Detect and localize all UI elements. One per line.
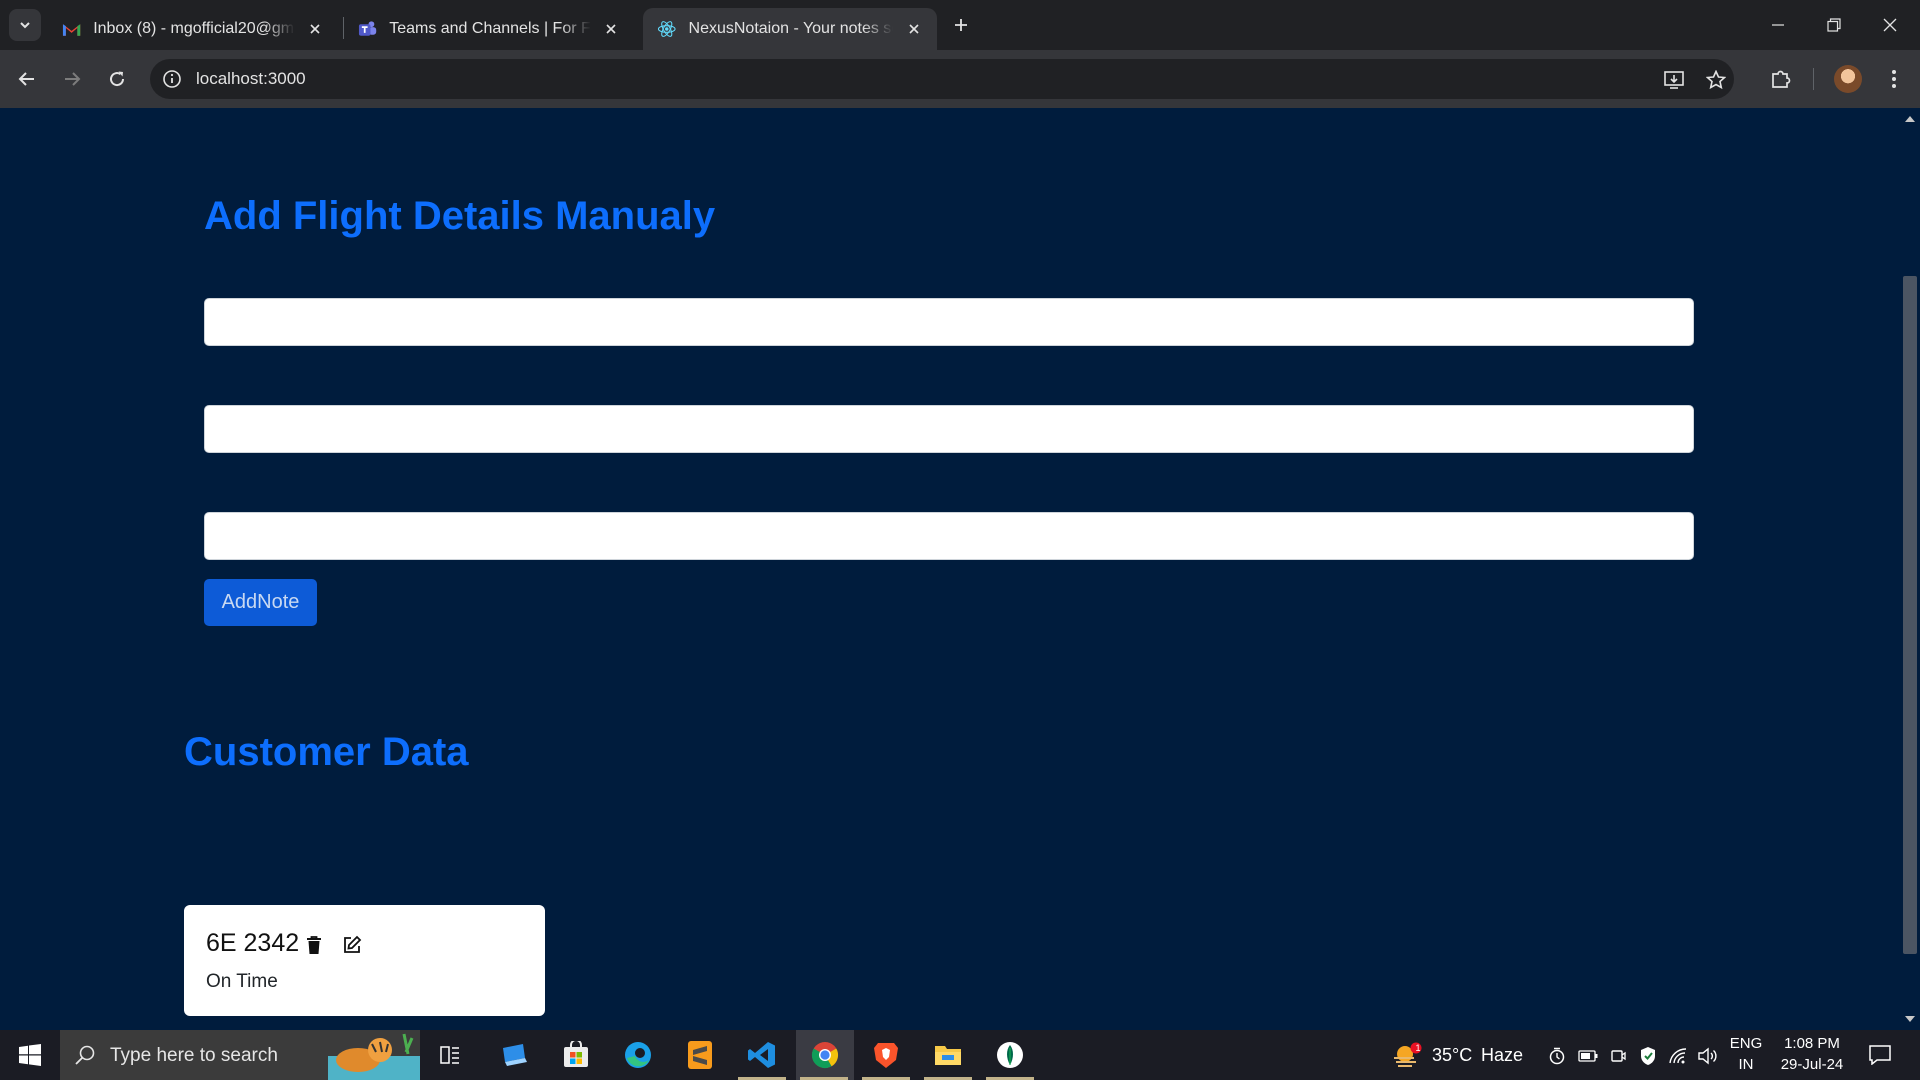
taskbar-edge[interactable] xyxy=(610,1030,666,1080)
wifi-icon[interactable] xyxy=(1668,1046,1688,1066)
extensions-button[interactable] xyxy=(1763,61,1799,97)
forward-button[interactable] xyxy=(54,61,90,97)
clock-time[interactable]: 1:08 PM xyxy=(1772,1035,1852,1052)
restore-button[interactable] xyxy=(1806,0,1862,50)
file-explorer-icon xyxy=(935,1046,961,1065)
volume-icon[interactable] xyxy=(1697,1046,1717,1066)
close-tab-icon[interactable] xyxy=(905,20,923,38)
close-icon xyxy=(1883,18,1897,32)
close-tab-icon[interactable] xyxy=(603,20,620,38)
browser-menu-button[interactable] xyxy=(1876,61,1912,97)
taskbar-vscode[interactable] xyxy=(734,1030,790,1080)
start-button[interactable] xyxy=(0,1030,60,1080)
laptop-app-icon xyxy=(503,1044,527,1066)
taskbar-brave[interactable] xyxy=(858,1030,914,1080)
mongodb-compass-icon xyxy=(997,1042,1023,1068)
tab-title: Inbox (8) - mgofficial20@gmail.com - Gma… xyxy=(93,20,295,37)
microsoft-store-icon xyxy=(564,1041,588,1067)
flight-status: On Time xyxy=(206,971,278,992)
tab-title: NexusNotaion - Your notes secured xyxy=(688,20,894,37)
weather-condition[interactable]: Haze xyxy=(1481,1045,1523,1066)
back-button[interactable] xyxy=(9,61,45,97)
minimize-icon xyxy=(1772,24,1784,26)
teams-icon xyxy=(358,21,377,36)
weather-temp[interactable]: 35°C xyxy=(1432,1045,1472,1066)
profile-avatar[interactable] xyxy=(1834,65,1862,93)
scrollbar-thumb[interactable] xyxy=(1903,276,1917,954)
security-shield-icon[interactable] xyxy=(1638,1046,1658,1066)
site-info-icon[interactable] xyxy=(162,69,182,89)
install-app-icon[interactable] xyxy=(1664,69,1686,91)
close-window-button[interactable] xyxy=(1862,0,1918,50)
tab-nexusnotaion[interactable]: NexusNotaion - Your notes secured xyxy=(643,8,937,50)
weather-badge: 1 xyxy=(1415,1043,1421,1053)
flight-input-3[interactable] xyxy=(204,512,1694,560)
toolbar-divider xyxy=(1813,68,1814,90)
chrome-icon xyxy=(811,1042,839,1069)
tab-teams[interactable]: Teams and Channels | For Full Stack xyxy=(344,8,634,50)
reload-button[interactable] xyxy=(99,61,135,97)
scroll-down-arrow-icon[interactable] xyxy=(1905,1016,1915,1022)
taskbar-chrome[interactable] xyxy=(796,1030,854,1080)
new-tab-button[interactable] xyxy=(948,12,974,38)
puzzle-icon xyxy=(1772,70,1791,88)
search-icon xyxy=(75,1045,95,1065)
battery-icon[interactable] xyxy=(1578,1046,1598,1066)
task-view-icon xyxy=(440,1046,459,1064)
flight-number: 6E 2342 xyxy=(206,929,300,957)
flight-input-1[interactable] xyxy=(204,298,1694,346)
arrow-left-icon xyxy=(18,72,34,86)
add-note-button[interactable]: AddNote xyxy=(204,579,317,626)
windows-taskbar: Type here to search 1 35°C Haze ENG IN 1… xyxy=(0,1030,1920,1080)
vscode-icon xyxy=(748,1042,775,1068)
taskbar-search-box[interactable]: Type here to search xyxy=(60,1030,420,1080)
gmail-icon xyxy=(62,24,81,36)
reload-icon xyxy=(110,71,125,87)
url-text: localhost:3000 xyxy=(196,69,306,88)
notifications-icon[interactable] xyxy=(1868,1044,1892,1066)
browser-toolbar: localhost:3000 xyxy=(0,50,1920,108)
page-content: Add Flight Details Manualy AddNote Custo… xyxy=(0,108,1900,1030)
close-tab-icon[interactable] xyxy=(307,20,324,38)
react-icon xyxy=(657,21,676,37)
brave-icon xyxy=(874,1043,898,1068)
plus-icon xyxy=(955,19,967,31)
more-vertical-icon xyxy=(1892,70,1896,88)
search-placeholder: Type here to search xyxy=(110,1045,278,1066)
tab-gmail[interactable]: Inbox (8) - mgofficial20@gmail.com - Gma… xyxy=(48,8,338,50)
trash-icon[interactable] xyxy=(302,933,326,957)
meet-now-icon[interactable] xyxy=(1608,1046,1628,1066)
language-region[interactable]: IN xyxy=(1728,1056,1764,1073)
language-code[interactable]: ENG xyxy=(1728,1035,1764,1052)
flight-card: 6E 2342 On Time xyxy=(184,905,545,1016)
taskbar-sublime-text[interactable] xyxy=(672,1030,728,1080)
windows-logo-icon xyxy=(19,1044,41,1066)
chevron-down-icon xyxy=(20,22,30,29)
taskbar-mongodb-compass[interactable] xyxy=(982,1030,1038,1080)
form-title: Add Flight Details Manualy xyxy=(204,194,716,238)
restore-icon xyxy=(1827,18,1841,32)
browser-tab-strip: Inbox (8) - mgofficial20@gmail.com - Gma… xyxy=(0,0,1920,50)
minimize-button[interactable] xyxy=(1750,0,1806,50)
tab-title: Teams and Channels | For Full Stack xyxy=(389,20,591,37)
edge-icon xyxy=(625,1042,651,1068)
taskbar-file-explorer[interactable] xyxy=(920,1030,976,1080)
taskbar-microsoft-store[interactable] xyxy=(548,1030,604,1080)
flight-input-2[interactable] xyxy=(204,405,1694,453)
task-view-button[interactable] xyxy=(422,1030,478,1080)
search-highlight-illustration xyxy=(328,1033,420,1080)
address-bar[interactable]: localhost:3000 xyxy=(150,59,1734,99)
sublime-text-icon xyxy=(688,1041,712,1069)
bookmark-star-icon[interactable] xyxy=(1705,69,1727,91)
taskbar-laptop-app[interactable] xyxy=(486,1030,542,1080)
clock-date[interactable]: 29-Jul-24 xyxy=(1772,1056,1852,1073)
tab-search-button[interactable] xyxy=(9,9,41,41)
tray-app-icon[interactable] xyxy=(1547,1046,1567,1066)
edit-icon[interactable] xyxy=(340,933,364,957)
arrow-right-icon xyxy=(65,72,81,86)
customer-data-title: Customer Data xyxy=(184,730,469,774)
scroll-up-arrow-icon[interactable] xyxy=(1905,116,1915,122)
